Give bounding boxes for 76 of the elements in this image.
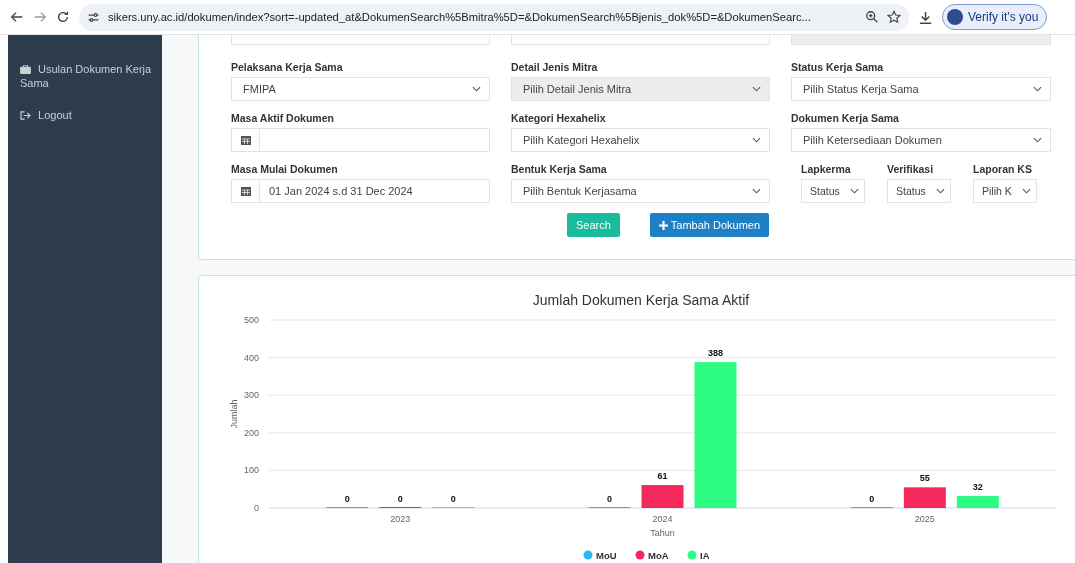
profile-button[interactable]: Verify it's you [942, 4, 1048, 30]
y-axis-title: Jumlah [229, 399, 239, 429]
field-label: Verifikasi [887, 162, 935, 176]
select-field[interactable]: Pilih Ketersediaan Dokumen [791, 128, 1051, 152]
field-label: Bentuk Kerja Sama [511, 162, 608, 176]
y-axis-label: 100 [243, 465, 259, 476]
date-range-field[interactable]: 01 Jan 2024 s.d 31 Dec 2024 [231, 179, 490, 203]
select-field[interactable]: Pilih Status Kerja Sama [791, 77, 1051, 101]
select-field[interactable]: Status [801, 179, 865, 203]
data-label: 0 [344, 494, 350, 504]
chevron-down-icon [752, 137, 761, 143]
download-icon[interactable] [918, 9, 933, 25]
select-field[interactable]: Status [887, 179, 951, 203]
zoom-icon[interactable] [865, 10, 879, 24]
legend-label: MoA [648, 549, 669, 561]
select-field[interactable]: Pilih Kategori Hexahelix [511, 128, 770, 152]
select-field[interactable]: Pilih K [973, 179, 1037, 203]
chevron-down-icon [752, 86, 761, 92]
legend-label: MoU [596, 549, 617, 561]
chevron-down-icon [472, 86, 481, 92]
x-axis-label: 2023 [390, 514, 411, 524]
plus-icon [658, 220, 668, 230]
data-label: 0 [607, 494, 612, 504]
add-document-button[interactable]: Tambah Dokumen [649, 213, 770, 237]
data-label: 61 [657, 471, 668, 482]
calendar-icon [240, 135, 251, 145]
chevron-down-icon [1022, 188, 1031, 194]
sidebar-item[interactable]: Logout [20, 108, 152, 122]
x-axis-title: Tahun [650, 528, 675, 538]
y-axis-label: 400 [243, 352, 259, 363]
data-label: 32 [972, 481, 983, 492]
chevron-down-icon [936, 188, 945, 194]
data-label: 0 [397, 494, 403, 504]
date-range-field[interactable] [231, 128, 490, 152]
site-settings-icon[interactable] [87, 10, 100, 24]
legend-item[interactable]: IA [687, 549, 710, 561]
sign-out-icon [20, 111, 31, 120]
reload-icon[interactable] [56, 10, 70, 24]
field-label: Pelaksana Kerja Sama [231, 60, 344, 74]
address-bar[interactable]: sikers.uny.ac.id/dokumen/index?sort=-updated_at&DokumenSearch%5Bmitra%5D=&DokumenSearch%5Bjenis_dok%5D=&DokumenSearc... [79, 3, 909, 31]
y-axis-label: 300 [243, 390, 259, 401]
calendar-icon [240, 186, 251, 196]
y-axis-label: 0 [254, 503, 259, 513]
field-label: Status Kerja Sama [791, 60, 885, 74]
field-label: Masa Aktif Dokumen [231, 111, 335, 125]
field-label: Laporan KS [973, 162, 1033, 176]
x-axis-label: 2025 [914, 514, 935, 524]
bookmark-star-icon[interactable] [887, 10, 901, 24]
chevron-down-icon [1033, 137, 1042, 143]
data-label: 55 [919, 473, 930, 484]
sidebar-item[interactable]: Usulan Dokumen Kerja Sama [20, 62, 152, 90]
legend-item[interactable]: MoA [635, 549, 669, 561]
chevron-down-icon [850, 188, 859, 194]
back-arrow-icon[interactable] [10, 10, 24, 24]
field-label: Masa Mulai Dokumen [231, 162, 339, 176]
data-label: 388 [708, 348, 723, 359]
url-text: sikers.uny.ac.id/dokumen/index?sort=-updated_at&DokumenSearch%5Bmitra%5D=&DokumenSearch%5Bjenis_dok%5D=&DokumenSearc... [108, 11, 812, 23]
field-label: Dokumen Kerja Sama [791, 111, 900, 125]
select-field[interactable]: Pilih Bentuk Kerjasama [511, 179, 770, 203]
field-label: Kategori Hexahelix [511, 111, 607, 125]
y-axis-label: 500 [243, 315, 259, 325]
chevron-down-icon [1033, 86, 1042, 92]
chevron-down-icon [752, 188, 761, 194]
forward-arrow-icon[interactable] [33, 10, 47, 24]
legend-label: IA [700, 549, 710, 561]
y-axis-label: 200 [243, 427, 259, 438]
field-label: Detail Jenis Mitra [511, 60, 599, 74]
data-label: 0 [450, 494, 456, 504]
select-field[interactable]: FMIPA [231, 77, 490, 101]
avatar-icon [947, 9, 963, 25]
legend-item[interactable]: MoU [583, 549, 617, 561]
chart-title: Jumlah Dokumen Kerja Sama Aktif [532, 292, 750, 308]
data-label: 0 [869, 494, 875, 504]
briefcase-icon [20, 65, 31, 74]
field-label: Lapkerma [801, 162, 852, 176]
x-axis-label: 2024 [652, 514, 673, 524]
